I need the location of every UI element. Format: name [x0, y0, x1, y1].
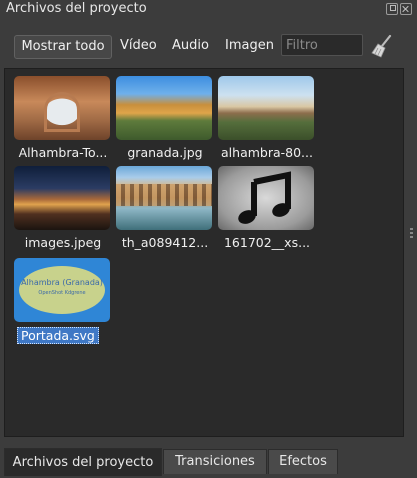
file-name: granada.jpg: [127, 145, 203, 160]
filter-input[interactable]: [281, 34, 363, 56]
tab-project-files[interactable]: Archivos del proyecto: [4, 448, 162, 476]
project-files-grid[interactable]: Alhambra-To... granada.jpg alhambra-80..…: [4, 68, 404, 437]
tab-effects[interactable]: Efectos: [268, 449, 338, 474]
dock-title-bar: Archivos del proyecto: [0, 0, 417, 22]
file-item[interactable]: alhambra-80...: [217, 76, 317, 162]
file-name: Alhambra-To...: [18, 145, 108, 160]
thumbnail-subtitle: OpenShot Kdgrene: [38, 290, 86, 296]
close-dock-icon[interactable]: [400, 3, 412, 15]
filter-toolbar: Mostrar todo Vídeo Audio Imagen: [0, 30, 417, 64]
file-name: 161702__xs...: [223, 235, 311, 250]
tab-transitions[interactable]: Transiciones: [163, 449, 267, 474]
file-item[interactable]: images.jpeg: [13, 166, 113, 252]
file-thumbnail: [116, 76, 212, 140]
file-item-selected[interactable]: Alhambra (Granada) OpenShot Kdgrene Port…: [13, 258, 113, 344]
file-item[interactable]: 161702__xs...: [217, 166, 317, 252]
image-filter-button[interactable]: Imagen: [225, 35, 274, 57]
file-thumbnail: [218, 76, 314, 140]
file-thumbnail: [218, 166, 314, 230]
dock-tab-bar: Archivos del proyecto Transiciones Efect…: [0, 448, 417, 478]
file-name: images.jpeg: [24, 235, 102, 250]
file-item[interactable]: Alhambra-To...: [13, 76, 113, 162]
file-thumbnail: [116, 166, 212, 230]
audio-filter-button[interactable]: Audio: [172, 35, 209, 57]
file-name: th_a089412...: [121, 235, 209, 250]
file-item[interactable]: granada.jpg: [115, 76, 215, 162]
file-name: Portada.svg: [17, 327, 99, 344]
dock-title: Archivos del proyecto: [6, 1, 147, 16]
video-filter-button[interactable]: Vídeo: [120, 35, 157, 57]
file-name: alhambra-80...: [221, 145, 313, 160]
show-all-button[interactable]: Mostrar todo: [14, 35, 112, 59]
resize-handle[interactable]: [410, 228, 413, 240]
file-item[interactable]: th_a089412...: [115, 166, 215, 252]
clear-filter-icon[interactable]: [368, 33, 394, 59]
file-thumbnail: Alhambra (Granada) OpenShot Kdgrene: [14, 258, 110, 322]
music-note-icon: [238, 171, 291, 224]
thumbnail-title: Alhambra (Granada): [21, 278, 103, 287]
file-thumbnail: [14, 166, 110, 230]
file-thumbnail: [14, 76, 110, 140]
float-dock-icon[interactable]: [386, 3, 398, 15]
